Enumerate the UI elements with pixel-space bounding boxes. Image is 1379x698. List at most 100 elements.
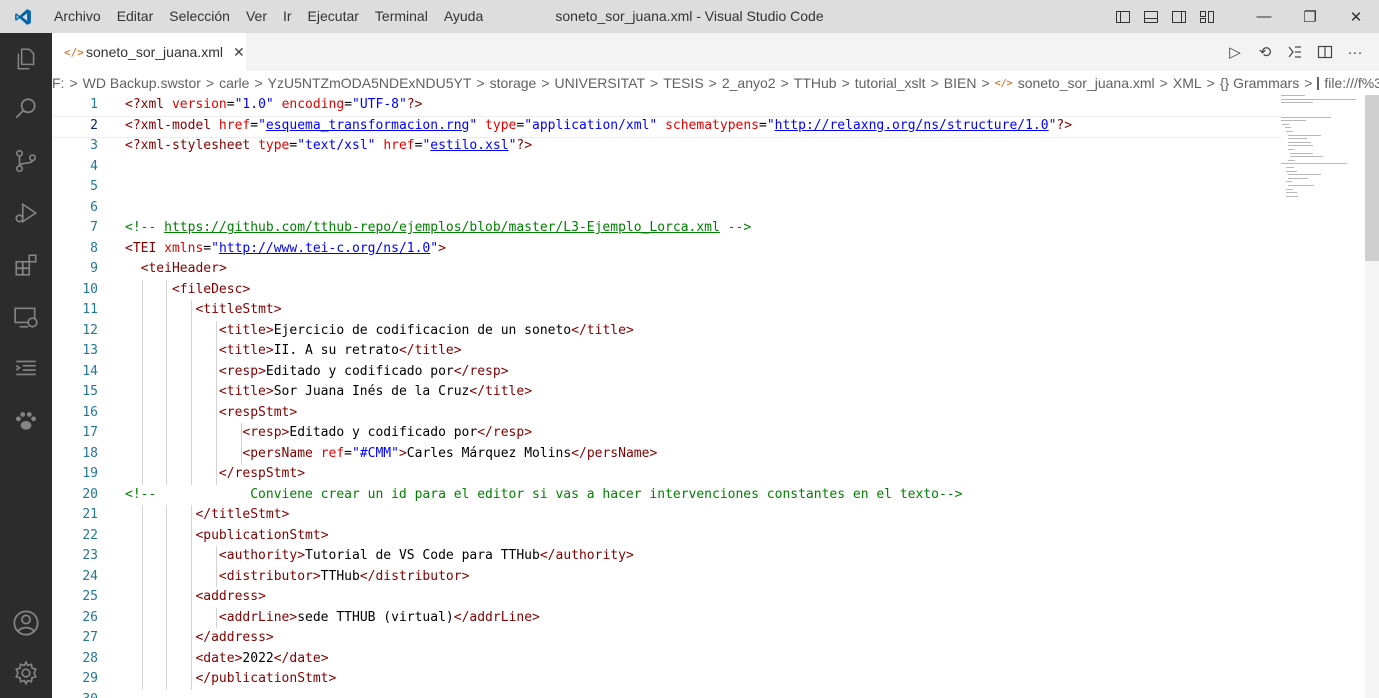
breadcrumb-item[interactable]: BIEN (944, 75, 977, 91)
settings-gear-icon[interactable] (0, 649, 52, 697)
xml-tag-name: <?xml (125, 97, 165, 112)
split-editor-icon[interactable] (1313, 40, 1337, 64)
more-actions-icon[interactable]: ··· (1343, 40, 1367, 64)
minimap-line (1286, 131, 1294, 132)
code-line[interactable]: <publicationStmt> (125, 525, 1275, 546)
code-line[interactable] (125, 198, 1275, 219)
xml-attr-quote: " (258, 117, 266, 133)
xml-tag-name: <persName (242, 445, 313, 461)
breadcrumb-item[interactable]: storage (490, 75, 537, 91)
breadcrumb-item[interactable]: file:///f%3A/WD (1324, 75, 1379, 91)
code-line[interactable]: <!-- Conviene crear un id para el editor… (125, 485, 1275, 506)
code-line[interactable]: </publicationStmt> (125, 669, 1275, 690)
indent-guide (166, 525, 168, 546)
xml-tag-close: > (258, 589, 266, 604)
outline-icon[interactable] (0, 345, 52, 393)
accounts-icon[interactable] (0, 599, 52, 647)
code-line[interactable]: <?xml-stylesheet type="text/xsl" href="e… (125, 136, 1275, 157)
menu-seleccion[interactable]: Selección (161, 0, 238, 33)
menu-ir[interactable]: Ir (275, 0, 300, 33)
close-window-button[interactable]: ✕ (1333, 0, 1379, 33)
code-line[interactable]: <?xml-model href="esquema_transformacion… (52, 115, 1282, 137)
breadcrumb-item[interactable]: YzU5NTZmODA5NDExNDU5YT (268, 75, 472, 91)
xml-preview-icon[interactable] (1283, 40, 1307, 64)
code-line[interactable]: <resp>Editado y codificado por</resp> (125, 361, 1275, 382)
run-debug-icon[interactable] (0, 189, 52, 237)
menu-archivo[interactable]: Archivo (46, 0, 109, 33)
code-editor[interactable]: 1 2 3 4 5 6 7 8 9 10 11 12 13 14 15 16 17 18 19 20 21 22 23 24 2… (52, 95, 1379, 698)
code-line[interactable]: <date>2022</date> (125, 648, 1275, 669)
code-line[interactable]: </address> (125, 628, 1275, 649)
code-line[interactable]: <titleStmt> (125, 300, 1275, 321)
xml-tag-close: > (289, 404, 298, 420)
close-icon[interactable]: ✕ (233, 44, 245, 61)
customize-layout-icon[interactable] (1195, 5, 1219, 29)
code-line[interactable]: <?xml version="1.0" encoding="UTF-8"?> (125, 95, 1275, 116)
indent-guide (141, 300, 143, 321)
menu-ejecutar[interactable]: Ejecutar (300, 0, 367, 33)
code-line[interactable]: <teiHeader> (125, 259, 1275, 280)
code-line[interactable]: <fileDesc> (125, 279, 1275, 300)
source-control-icon[interactable] (0, 137, 52, 185)
minimize-button[interactable]: — (1241, 0, 1287, 33)
remote-explorer-icon[interactable] (0, 293, 52, 341)
xml-link[interactable]: estilo.xsl (430, 138, 508, 153)
minimap-line (1288, 141, 1312, 143)
code-line[interactable]: <!-- https://github.com/tthub-repo/ejemp… (125, 218, 1275, 239)
breadcrumb-item[interactable]: carle (219, 75, 249, 91)
search-icon[interactable] (0, 85, 52, 133)
maximize-button[interactable]: ❐ (1287, 0, 1333, 33)
breadcrumb-item[interactable]: TTHub (794, 75, 837, 91)
xml-tag-name: <title (218, 384, 266, 399)
xml-link[interactable]: http://relaxng.org/ns/structure/1.0 (775, 118, 1049, 133)
xml-tag-close: > (273, 302, 282, 317)
paw-icon[interactable] (0, 397, 52, 445)
menu-editar[interactable]: Editar (109, 0, 162, 33)
toggle-panel-icon[interactable] (1139, 5, 1163, 29)
tab-soneto-sor-juana[interactable]: </> soneto_sor_juana.xml ✕ (52, 33, 246, 71)
breadcrumb-file[interactable]: soneto_sor_juana.xml (1018, 75, 1155, 91)
code-line[interactable]: <title>Sor Juana Inés de la Cruz</title> (125, 382, 1275, 403)
toggle-secondary-sidebar-icon[interactable] (1167, 5, 1191, 29)
code-area[interactable]: <?xml version="1.0" encoding="UTF-8"?> <?… (52, 95, 1282, 690)
code-line[interactable]: <title>II. A su retrato</title> (125, 341, 1275, 362)
breadcrumb-item[interactable]: F: (52, 75, 64, 91)
minimap[interactable] (1281, 95, 1361, 215)
code-line[interactable]: <address> (125, 587, 1275, 608)
code-line[interactable]: <TEI xmlns="http://www.tei-c.org/ns/1.0"… (125, 239, 1275, 260)
scrollbar-thumb[interactable] (1365, 95, 1379, 261)
code-line[interactable]: <distributor>TTHub</distributor> (125, 566, 1275, 587)
toggle-primary-sidebar-icon[interactable] (1111, 5, 1135, 29)
vertical-scrollbar[interactable] (1365, 95, 1379, 698)
breadcrumb-item[interactable]: {} Grammars (1220, 75, 1299, 91)
code-line[interactable] (125, 177, 1275, 198)
timeline-icon[interactable]: ⟲ (1253, 40, 1277, 64)
xml-attr-name: href (218, 117, 251, 133)
breadcrumb-item[interactable]: 2_anyo2 (722, 75, 776, 91)
code-line[interactable]: <addrLine > sede TTHUB (virtual)</addrLine… (125, 607, 1275, 628)
xml-attr-quote: " (524, 117, 533, 133)
breadcrumb-item[interactable]: TESIS (663, 75, 703, 91)
code-line[interactable]: </titleStmt> (125, 505, 1275, 526)
code-line[interactable]: <title>Ejercicio de codificacion de un s… (125, 320, 1275, 341)
code-line[interactable]: <authority>Tutorial de VS Code para TTHu… (125, 546, 1275, 567)
code-line[interactable]: <persName ref="#CMM">Carles Márquez Moli… (125, 443, 1275, 464)
code-line[interactable] (125, 157, 1275, 178)
menu-ver[interactable]: Ver (238, 0, 275, 33)
menu-ayuda[interactable]: Ayuda (436, 0, 491, 33)
breadcrumb-item[interactable]: WD Backup.swstor (83, 75, 201, 91)
code-line[interactable]: </respStmt> (125, 464, 1275, 485)
breadcrumb-item[interactable]: XML (1173, 75, 1202, 91)
breadcrumb-item[interactable]: UNIVERSITAT (555, 75, 646, 91)
xml-comment-link[interactable]: https://github.com/tthub-repo/ejemplos/b… (164, 220, 720, 235)
code-line[interactable]: <respStmt> (125, 402, 1275, 423)
indent-guide (191, 628, 192, 649)
code-line[interactable]: <resp>Editado y codificado por</resp> (125, 423, 1275, 444)
xml-link[interactable]: http://www.tei-c.org/ns/1.0 (219, 241, 430, 256)
breadcrumb-item[interactable]: tutorial_xslt (855, 75, 926, 91)
xml-link[interactable]: esquema_transformacion.rng (266, 118, 470, 133)
extensions-icon[interactable] (0, 241, 52, 289)
run-icon[interactable]: ▷ (1223, 40, 1247, 64)
explorer-icon[interactable] (0, 35, 52, 83)
menu-terminal[interactable]: Terminal (367, 0, 436, 33)
